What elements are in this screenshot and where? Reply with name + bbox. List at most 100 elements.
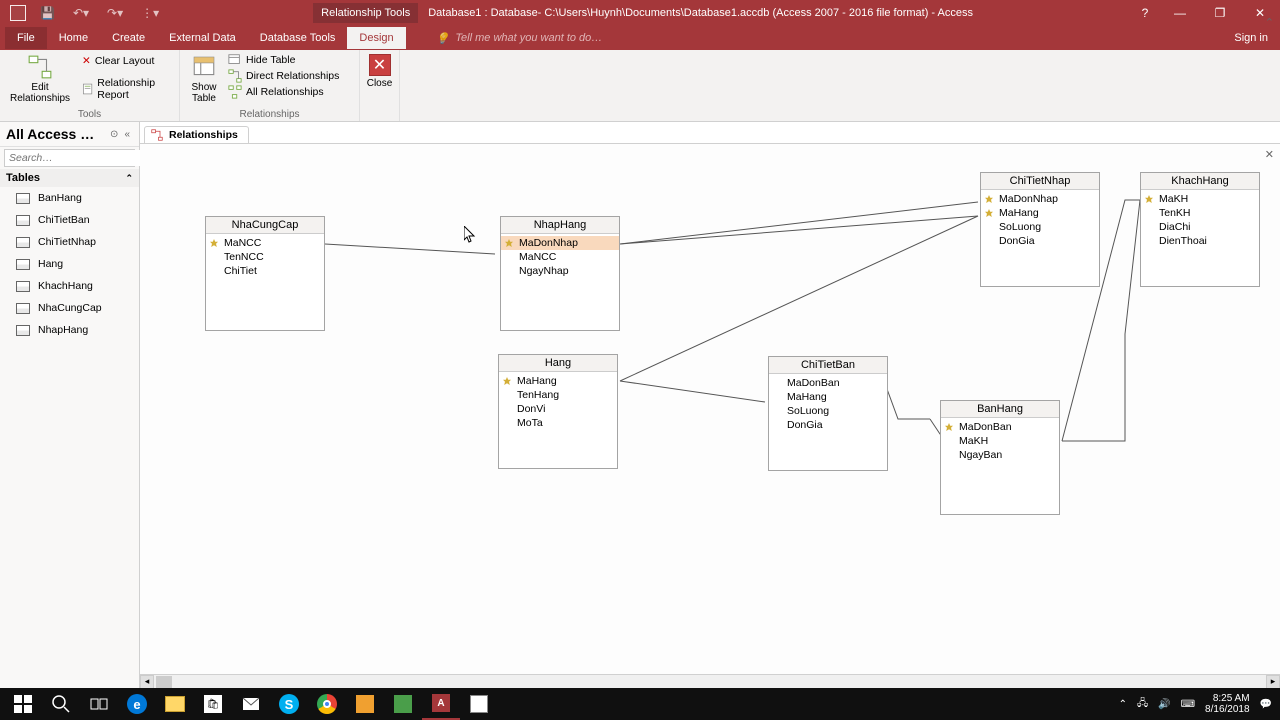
- task-view-icon[interactable]: [80, 688, 118, 720]
- field-mahang[interactable]: MaHang: [499, 374, 617, 388]
- edit-relationships-button[interactable]: Edit Relationships: [6, 52, 74, 106]
- tab-home[interactable]: Home: [47, 27, 100, 49]
- search-input[interactable]: [5, 150, 150, 166]
- undo-icon[interactable]: ↶▾: [69, 6, 93, 20]
- section-collapse-icon[interactable]: ⌃: [125, 173, 133, 184]
- store-icon[interactable]: 🛍: [194, 688, 232, 720]
- table-title[interactable]: ChiTietNhap: [981, 173, 1099, 190]
- relationship-report-button[interactable]: Relationship Report: [80, 76, 173, 102]
- field-tenhang[interactable]: TenHang: [499, 388, 617, 402]
- tray-network-icon[interactable]: 🖧: [1137, 696, 1148, 713]
- field-chitiet[interactable]: ChiTiet: [206, 264, 324, 278]
- table-title[interactable]: NhaCungCap: [206, 217, 324, 234]
- table-box-hang[interactable]: Hang MaHang TenHang DonVi MoTa: [498, 354, 618, 469]
- table-item-chitietban[interactable]: ChiTietBan: [0, 209, 139, 231]
- edge-icon[interactable]: e: [118, 688, 156, 720]
- tab-create[interactable]: Create: [100, 27, 157, 49]
- field-mancc[interactable]: MaNCC: [206, 236, 324, 250]
- table-item-nhaphang[interactable]: NhapHang: [0, 319, 139, 341]
- field-madonban[interactable]: MaDonBan: [769, 376, 887, 390]
- table-item-khachhang[interactable]: KhachHang: [0, 275, 139, 297]
- tab-external-data[interactable]: External Data: [157, 27, 248, 49]
- scroll-left-icon[interactable]: ◂: [140, 675, 154, 689]
- tab-relationships[interactable]: Relationships: [144, 126, 249, 143]
- table-title[interactable]: ChiTietBan: [769, 357, 887, 374]
- sign-in-link[interactable]: Sign in: [1222, 27, 1280, 49]
- table-item-chitietnhap[interactable]: ChiTietNhap: [0, 231, 139, 253]
- notifications-icon[interactable]: 💬: [1260, 699, 1272, 710]
- field-madonban[interactable]: MaDonBan: [941, 420, 1059, 434]
- field-makh[interactable]: MaKH: [1141, 192, 1259, 206]
- chrome-icon[interactable]: [308, 688, 346, 720]
- taskbar-clock[interactable]: 8:25 AM 8/16/2018: [1205, 693, 1250, 715]
- tab-design[interactable]: Design: [347, 27, 405, 49]
- tray-chevron-icon[interactable]: ⌃: [1119, 699, 1127, 710]
- field-mahang[interactable]: MaHang: [981, 206, 1099, 220]
- table-item-hang[interactable]: Hang: [0, 253, 139, 275]
- field-tenkh[interactable]: TenKH: [1141, 206, 1259, 220]
- scroll-thumb[interactable]: [156, 676, 172, 688]
- field-diachi[interactable]: DiaChi: [1141, 220, 1259, 234]
- table-box-banhang[interactable]: BanHang MaDonBan MaKH NgayBan: [940, 400, 1060, 515]
- document-close-icon[interactable]: ✕: [1261, 146, 1278, 163]
- table-box-nhacungcap[interactable]: NhaCungCap MaNCC TenNCC ChiTiet: [205, 216, 325, 331]
- navpane-section-tables[interactable]: Tables ⌃: [0, 169, 139, 187]
- table-box-chitietban[interactable]: ChiTietBan MaDonBan MaHang SoLuong DonGi…: [768, 356, 888, 471]
- app-icon-2[interactable]: [384, 688, 422, 720]
- start-button[interactable]: [4, 688, 42, 720]
- tray-lang-icon[interactable]: ⌨: [1181, 699, 1195, 710]
- app-icon-3[interactable]: [460, 688, 498, 720]
- table-box-nhaphang[interactable]: NhapHang MaDonNhap MaNCC NgayNhap: [500, 216, 620, 331]
- field-soluong[interactable]: SoLuong: [981, 220, 1099, 234]
- access-taskbar-icon[interactable]: A: [422, 688, 460, 720]
- table-item-banhang[interactable]: BanHang: [0, 187, 139, 209]
- tell-me-search[interactable]: 💡 Tell me what you want to do…: [436, 32, 603, 45]
- tab-file[interactable]: File: [5, 27, 47, 49]
- field-makh[interactable]: MaKH: [941, 434, 1059, 448]
- relationships-canvas[interactable]: ✕ NhaCungCap MaNCC TenNCC ChiTiet: [140, 144, 1280, 688]
- field-ngayban[interactable]: NgayBan: [941, 448, 1059, 462]
- table-title[interactable]: BanHang: [941, 401, 1059, 418]
- table-title[interactable]: Hang: [499, 355, 617, 372]
- minimize-button[interactable]: —: [1160, 0, 1200, 26]
- redo-icon[interactable]: ↷▾: [103, 6, 127, 20]
- tray-volume-icon[interactable]: 🔊: [1158, 699, 1170, 710]
- table-title[interactable]: NhapHang: [501, 217, 619, 234]
- navpane-search[interactable]: 🔍: [4, 149, 135, 167]
- field-donvi[interactable]: DonVi: [499, 402, 617, 416]
- ribbon-collapse-icon[interactable]: ⌃: [1265, 16, 1274, 29]
- horizontal-scrollbar[interactable]: ◂ ▸: [140, 674, 1280, 688]
- qat-customize-icon[interactable]: ⋮▾: [137, 6, 163, 20]
- skype-icon[interactable]: S: [270, 688, 308, 720]
- field-mota[interactable]: MoTa: [499, 416, 617, 430]
- help-icon[interactable]: ?: [1130, 0, 1160, 26]
- close-button[interactable]: ✕ Close: [366, 52, 393, 91]
- field-soluong[interactable]: SoLuong: [769, 404, 887, 418]
- direct-relationships-button[interactable]: Direct Relationships: [226, 68, 341, 84]
- show-table-button[interactable]: Show Table: [186, 52, 222, 106]
- mail-icon[interactable]: [232, 688, 270, 720]
- hide-table-button[interactable]: Hide Table: [226, 52, 341, 68]
- search-taskbar-icon[interactable]: [42, 688, 80, 720]
- field-dongia[interactable]: DonGia: [981, 234, 1099, 248]
- table-box-chitietnhap[interactable]: ChiTietNhap MaDonNhap MaHang SoLuong Don…: [980, 172, 1100, 287]
- field-madonnhap[interactable]: MaDonNhap: [981, 192, 1099, 206]
- table-item-nhacungcap[interactable]: NhaCungCap: [0, 297, 139, 319]
- restore-button[interactable]: ❐: [1200, 0, 1240, 26]
- scroll-right-icon[interactable]: ▸: [1266, 675, 1280, 689]
- field-madonnhap[interactable]: MaDonNhap: [501, 236, 619, 250]
- field-dongia[interactable]: DonGia: [769, 418, 887, 432]
- tab-database-tools[interactable]: Database Tools: [248, 27, 348, 49]
- close-window-button[interactable]: ✕: [1240, 0, 1280, 26]
- all-relationships-button[interactable]: All Relationships: [226, 84, 341, 100]
- app-icon-1[interactable]: [346, 688, 384, 720]
- save-icon[interactable]: 💾: [36, 6, 59, 20]
- navpane-dropdown-icon[interactable]: ⊙: [107, 129, 121, 140]
- table-box-khachhang[interactable]: KhachHang MaKH TenKH DiaChi DienThoai: [1140, 172, 1260, 287]
- field-mancc[interactable]: MaNCC: [501, 250, 619, 264]
- file-explorer-icon[interactable]: [156, 688, 194, 720]
- navpane-title[interactable]: All Access …: [6, 126, 107, 142]
- navpane-collapse-icon[interactable]: «: [121, 129, 133, 140]
- clear-layout-button[interactable]: ✕ Clear Layout: [80, 54, 173, 68]
- field-dienthoai[interactable]: DienThoai: [1141, 234, 1259, 248]
